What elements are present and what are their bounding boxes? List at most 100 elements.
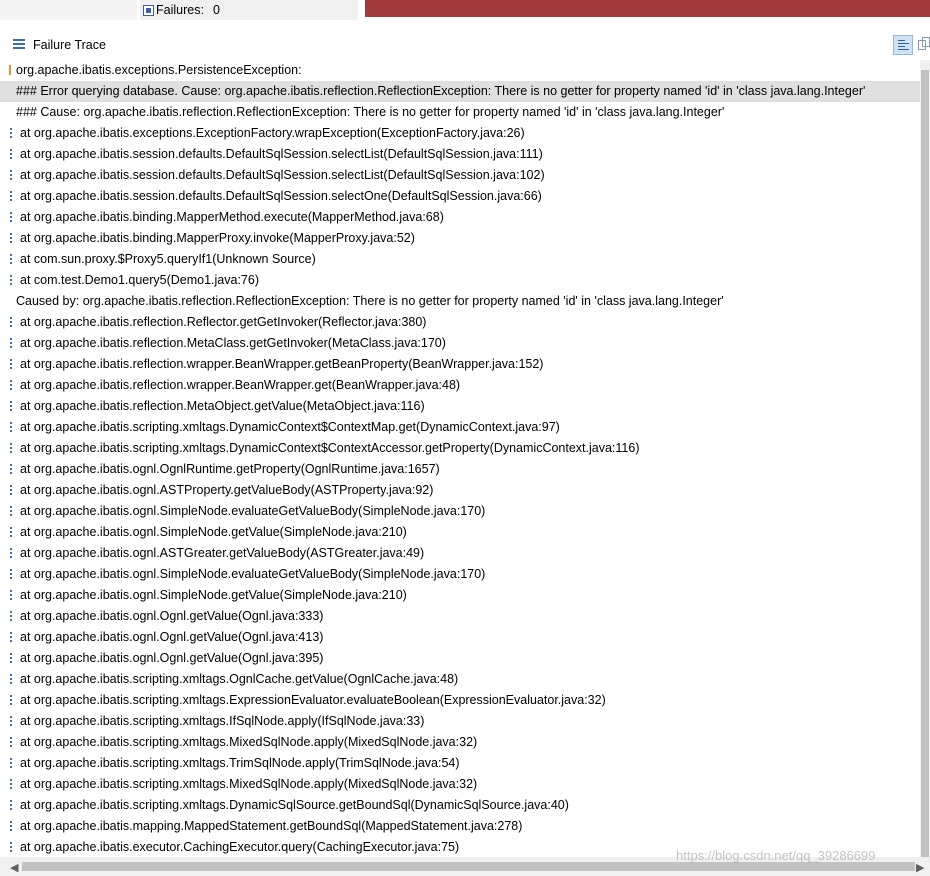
trace-text: at org.apache.ibatis.scripting.xmltags.O… <box>20 672 459 686</box>
message-row[interactable]: ### Cause: org.apache.ibatis.reflection.… <box>0 102 920 123</box>
trace-text: at org.apache.ibatis.scripting.xmltags.E… <box>20 693 606 707</box>
trace-text: ### Cause: org.apache.ibatis.reflection.… <box>16 105 725 119</box>
stack-frame-row[interactable]: at org.apache.ibatis.scripting.xmltags.O… <box>0 669 920 690</box>
trace-text: at com.sun.proxy.$Proxy5.queryIf1(Unknow… <box>20 252 316 266</box>
failure-progress-bar <box>365 0 930 17</box>
stack-frame-row[interactable]: at org.apache.ibatis.ognl.SimpleNode.get… <box>0 522 920 543</box>
stack-frame-row[interactable]: at org.apache.ibatis.reflection.wrapper.… <box>0 354 920 375</box>
stack-trace-icon <box>13 39 25 50</box>
stack-frame-row[interactable]: at org.apache.ibatis.mapping.MappedState… <box>0 816 920 837</box>
trace-text: at org.apache.ibatis.scripting.xmltags.T… <box>20 756 460 770</box>
trace-text: at org.apache.ibatis.ognl.OgnlRuntime.ge… <box>20 462 440 476</box>
horizontal-scroll-thumb[interactable] <box>22 862 915 871</box>
stack-frame-icon <box>10 422 12 433</box>
stack-frame-row[interactable]: at org.apache.ibatis.exceptions.Exceptio… <box>0 123 920 144</box>
vertical-scroll-thumb[interactable] <box>921 70 929 860</box>
trace-text: at org.apache.ibatis.ognl.ASTGreater.get… <box>20 546 425 560</box>
stack-frame-row[interactable]: at com.test.Demo1.query5(Demo1.java:76) <box>0 270 920 291</box>
stack-frame-row[interactable]: at org.apache.ibatis.ognl.SimpleNode.eva… <box>0 501 920 522</box>
trace-text: at org.apache.ibatis.session.defaults.De… <box>20 168 545 182</box>
trace-text: at org.apache.ibatis.reflection.Reflecto… <box>20 315 427 329</box>
trace-text: at org.apache.ibatis.ognl.ASTProperty.ge… <box>20 483 434 497</box>
stack-frame-icon <box>10 737 12 748</box>
trace-text: Caused by: org.apache.ibatis.reflection.… <box>16 294 724 308</box>
trace-text: at org.apache.ibatis.scripting.xmltags.D… <box>20 798 569 812</box>
stack-frame-row[interactable]: at com.sun.proxy.$Proxy5.queryIf1(Unknow… <box>0 249 920 270</box>
stack-frame-row[interactable]: at org.apache.ibatis.reflection.wrapper.… <box>0 375 920 396</box>
scroll-right-arrow-icon[interactable]: ▶ <box>916 861 924 874</box>
trace-text: at org.apache.ibatis.reflection.wrapper.… <box>20 378 461 392</box>
stack-frame-row[interactable]: at org.apache.ibatis.scripting.xmltags.D… <box>0 417 920 438</box>
stack-frame-row[interactable]: at org.apache.ibatis.ognl.Ognl.getValue(… <box>0 606 920 627</box>
trace-text: at org.apache.ibatis.binding.MapperProxy… <box>20 231 415 245</box>
trace-list[interactable]: org.apache.ibatis.exceptions.Persistence… <box>0 60 920 857</box>
stack-frame-row[interactable]: at org.apache.ibatis.ognl.Ognl.getValue(… <box>0 627 920 648</box>
stack-frame-row[interactable]: at org.apache.ibatis.ognl.OgnlRuntime.ge… <box>0 459 920 480</box>
failure-icon <box>143 5 154 16</box>
status-bar: Failures: 0 <box>0 0 930 20</box>
stack-frame-row[interactable]: at org.apache.ibatis.reflection.MetaClas… <box>0 333 920 354</box>
stack-frame-row[interactable]: at org.apache.ibatis.scripting.xmltags.D… <box>0 438 920 459</box>
filter-stack-trace-icon[interactable] <box>893 35 913 55</box>
trace-text: at org.apache.ibatis.scripting.xmltags.D… <box>20 420 560 434</box>
stack-frame-icon <box>10 821 12 832</box>
stack-frame-row[interactable]: at org.apache.ibatis.scripting.xmltags.D… <box>0 795 920 816</box>
stack-frame-row[interactable]: at org.apache.ibatis.scripting.xmltags.I… <box>0 711 920 732</box>
stack-frame-row[interactable]: at org.apache.ibatis.binding.MapperProxy… <box>0 228 920 249</box>
trace-text: at org.apache.ibatis.reflection.wrapper.… <box>20 357 544 371</box>
stack-frame-row[interactable]: at org.apache.ibatis.ognl.Ognl.getValue(… <box>0 648 920 669</box>
stack-frame-icon <box>10 506 12 517</box>
trace-text: at org.apache.ibatis.scripting.xmltags.M… <box>20 777 478 791</box>
stack-frame-icon <box>10 716 12 727</box>
stack-frame-row[interactable]: at org.apache.ibatis.binding.MapperMetho… <box>0 207 920 228</box>
stack-frame-row[interactable]: at org.apache.ibatis.ognl.ASTProperty.ge… <box>0 480 920 501</box>
stack-frame-icon <box>10 443 12 454</box>
stack-frame-row[interactable]: at org.apache.ibatis.scripting.xmltags.T… <box>0 753 920 774</box>
stack-frame-row[interactable]: at org.apache.ibatis.session.defaults.De… <box>0 165 920 186</box>
stack-frame-icon <box>10 254 12 265</box>
trace-text: at org.apache.ibatis.binding.MapperMetho… <box>20 210 444 224</box>
stack-frame-row[interactable]: at org.apache.ibatis.reflection.Reflecto… <box>0 312 920 333</box>
trace-text: at org.apache.ibatis.reflection.MetaObje… <box>20 399 425 413</box>
vertical-scrollbar[interactable] <box>920 60 930 860</box>
stack-frame-row[interactable]: at org.apache.ibatis.ognl.SimpleNode.get… <box>0 585 920 606</box>
stack-frame-row[interactable]: at org.apache.ibatis.session.defaults.De… <box>0 186 920 207</box>
stack-frame-row[interactable]: at org.apache.ibatis.ognl.ASTGreater.get… <box>0 543 920 564</box>
stack-frame-icon <box>10 380 12 391</box>
stack-frame-row[interactable]: at org.apache.ibatis.reflection.MetaObje… <box>0 396 920 417</box>
trace-text: ### Error querying database. Cause: org.… <box>16 84 866 98</box>
compare-result-icon[interactable] <box>917 36 930 54</box>
stack-frame-icon <box>10 800 12 811</box>
stack-frame-icon <box>10 611 12 622</box>
stack-frame-icon <box>10 485 12 496</box>
stack-frame-row[interactable]: at org.apache.ibatis.scripting.xmltags.M… <box>0 732 920 753</box>
message-row[interactable]: ### Error querying database. Cause: org.… <box>0 81 920 102</box>
panel-title: Failure Trace <box>33 38 106 52</box>
stack-frame-icon <box>10 317 12 328</box>
stack-frame-icon <box>10 401 12 412</box>
stack-frame-icon <box>10 590 12 601</box>
stack-frame-icon <box>10 170 12 181</box>
trace-text: at org.apache.ibatis.scripting.xmltags.I… <box>20 714 425 728</box>
stack-frame-row[interactable]: at org.apache.ibatis.session.defaults.De… <box>0 144 920 165</box>
trace-text: at org.apache.ibatis.scripting.xmltags.D… <box>20 441 640 455</box>
failures-count: 0 <box>213 3 220 17</box>
stack-frame-row[interactable]: at org.apache.ibatis.ognl.SimpleNode.eva… <box>0 564 920 585</box>
stack-frame-icon <box>10 548 12 559</box>
exception-row[interactable]: org.apache.ibatis.exceptions.Persistence… <box>0 60 920 81</box>
stack-frame-icon <box>10 695 12 706</box>
stack-frame-icon <box>10 842 12 853</box>
scroll-left-arrow-icon[interactable]: ◀ <box>10 861 18 874</box>
stack-frame-icon <box>10 191 12 202</box>
stack-frame-icon <box>10 359 12 370</box>
stack-frame-row[interactable]: at org.apache.ibatis.scripting.xmltags.M… <box>0 774 920 795</box>
message-row[interactable]: Caused by: org.apache.ibatis.reflection.… <box>0 291 920 312</box>
trace-text: at org.apache.ibatis.ognl.SimpleNode.get… <box>20 525 407 539</box>
watermark: https://blog.csdn.net/qq_39286699 <box>676 848 876 863</box>
stack-frame-row[interactable]: at org.apache.ibatis.scripting.xmltags.E… <box>0 690 920 711</box>
stack-frame-icon <box>10 632 12 643</box>
stack-frame-icon <box>10 569 12 580</box>
stack-frame-icon <box>10 233 12 244</box>
stack-frame-icon <box>10 527 12 538</box>
trace-text: at com.test.Demo1.query5(Demo1.java:76) <box>20 273 259 287</box>
